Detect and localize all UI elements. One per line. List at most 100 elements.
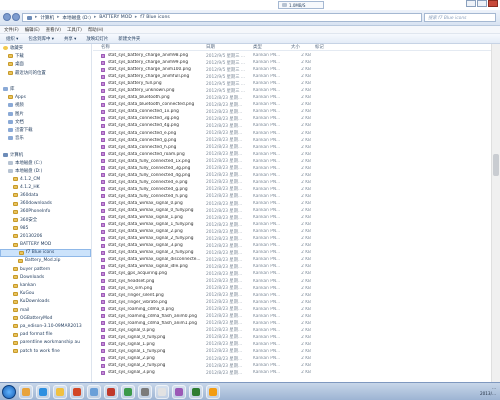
back-button[interactable] xyxy=(3,13,11,21)
nav-item[interactable]: pad format file xyxy=(0,331,91,339)
file-row[interactable]: stat_sys_data_wimax_signal_1.png 2012/8/2… xyxy=(93,214,491,221)
menu-file[interactable]: 文件(F) xyxy=(4,27,19,33)
file-row[interactable]: stat_sys_data_wimax_signal_0_fully.png 20… xyxy=(93,207,491,214)
taskbar-app-button[interactable] xyxy=(172,384,186,399)
file-row[interactable]: stat_sys_data_wimax_signal_2_fully.png 20… xyxy=(93,235,491,242)
nav-item[interactable]: 库 xyxy=(0,85,91,93)
nav-item[interactable]: kankan xyxy=(0,281,91,289)
file-row[interactable]: stat_sys_signal_1_fully.png 2012/8/23 星期.… xyxy=(93,348,491,355)
file-row[interactable]: stat_sys_data_fully_connected_4g.png 2012… xyxy=(93,172,491,179)
nav-item[interactable]: BATTERY MOD xyxy=(0,241,91,249)
nav-item[interactable]: 360downloads xyxy=(0,200,91,208)
breadcrumb-item[interactable]: 本地磁盘 (D:) xyxy=(62,15,91,21)
file-row[interactable]: stat_sys_no_sim.png 2012/8/23 星期... Kankan… xyxy=(93,285,491,292)
scrollbar-thumb[interactable] xyxy=(493,154,499,176)
new-folder-button[interactable]: 新建文件夹 xyxy=(118,36,140,42)
menu-edit[interactable]: 编辑(E) xyxy=(25,27,40,33)
nav-item[interactable]: 最近访问的位置 xyxy=(0,69,91,77)
file-row[interactable]: stat_sys_data_connected_1x.png 2012/8/23 … xyxy=(93,108,491,115)
file-row[interactable]: stat_sys_data_connected_g.png 2012/8/23 星… xyxy=(93,137,491,144)
nav-item[interactable]: 4.1.2_HK xyxy=(0,183,91,191)
file-row[interactable]: stat_sys_data_wimax_signal_disconnecte..… xyxy=(93,256,491,263)
breadcrumb-item[interactable]: f7 Blue icons xyxy=(140,15,170,20)
file-row[interactable]: stat_sys_data_fully_connected_h.png 2012/… xyxy=(93,193,491,200)
close-button[interactable] xyxy=(488,0,498,7)
nav-item[interactable]: 360安全 xyxy=(0,216,91,224)
taskbar-app-button[interactable] xyxy=(155,384,169,399)
file-row[interactable]: stat_sys_ringer_silent.png 2012/8/23 星期..… xyxy=(93,292,491,299)
taskbar-app-button[interactable] xyxy=(206,384,220,399)
nav-item[interactable]: buyer pattern xyxy=(0,265,91,273)
taskbar-app-button[interactable] xyxy=(138,384,152,399)
nav-item[interactable]: 计算机 xyxy=(0,150,91,158)
file-row[interactable]: stat_sys_data_fully_connected_1x.png 2012… xyxy=(93,158,491,165)
nav-item[interactable]: mail xyxy=(0,306,91,314)
file-row[interactable]: stat_sys_data_fully_connected_3g.png 2012… xyxy=(93,165,491,172)
nav-item[interactable]: 视频 xyxy=(0,101,91,109)
nav-item[interactable]: f7 Blue icons xyxy=(0,248,91,257)
share-button[interactable]: 共享 ▾ xyxy=(64,36,76,42)
search-input[interactable]: 搜索 f7 Blue icons xyxy=(424,13,496,22)
nav-item[interactable]: Apps xyxy=(0,93,91,101)
column-name[interactable]: 名称 xyxy=(101,44,110,50)
file-row[interactable]: stat_sys_gps_acquiring.png 2012/8/23 星期..… xyxy=(93,270,491,277)
nav-item[interactable]: 下载 xyxy=(0,52,91,60)
breadcrumb-item[interactable]: BATTERY MOD xyxy=(99,15,132,20)
organize-button[interactable]: 组织 ▾ xyxy=(6,36,18,42)
nav-item[interactable]: 文档 xyxy=(0,118,91,126)
nav-item[interactable]: OGBatteryMod xyxy=(0,314,91,322)
file-row[interactable]: stat_sys_signal_3.png 2012/8/23 星期... Kank… xyxy=(93,369,491,376)
file-row[interactable]: stat_sys_data_fully_connected_e.png 2012/… xyxy=(93,179,491,186)
breadcrumb[interactable]: ▸ 计算机 ▸ 本地磁盘 (D:) ▸ BATTERY MOD ▸ f7 Blu… xyxy=(22,13,422,22)
file-row[interactable]: stat_sys_data_wimax_signal_2.png 2012/8/2… xyxy=(93,228,491,235)
file-row[interactable]: stat_sys_signal_1.png 2012/8/23 星期... Kank… xyxy=(93,341,491,348)
file-row[interactable]: stat_sys_signal_0_fully.png 2012/8/23 星期.… xyxy=(93,334,491,341)
minimize-button[interactable] xyxy=(466,0,476,7)
include-in-library-button[interactable]: 包含到库中 ▾ xyxy=(28,36,54,42)
file-row[interactable]: stat_sys_data_wimax_signal_idle.png 2012/… xyxy=(93,263,491,270)
nav-item[interactable]: 20130206 xyxy=(0,232,91,240)
file-row[interactable]: stat_sys_signal_0.png 2012/8/23 星期... Kank… xyxy=(93,327,491,334)
menu-tools[interactable]: 工具(T) xyxy=(67,27,82,33)
nav-item[interactable]: 音乐 xyxy=(0,134,91,142)
file-row[interactable]: stat_sys_data_wimax_signal_3_fully.png 20… xyxy=(93,249,491,256)
nav-item[interactable]: KuDownloads xyxy=(0,298,91,306)
file-row[interactable]: stat_sys_ringer_vibrate.png 2012/8/23 星期.… xyxy=(93,299,491,306)
nav-item[interactable]: Downloads xyxy=(0,273,91,281)
file-row[interactable]: stat_sys_headset.png 2012/8/23 星期... Kanka… xyxy=(93,278,491,285)
nav-item[interactable]: pa_edison-3.10-09MAR2013 xyxy=(0,322,91,330)
nav-item[interactable]: patch to work fine xyxy=(0,347,91,355)
file-row[interactable]: stat_sys_data_wimax_signal_0.png 2012/8/2… xyxy=(93,200,491,207)
file-row[interactable]: stat_sys_data_fully_connected_g.png 2012/… xyxy=(93,186,491,193)
file-row[interactable]: stat_sys_data_connected_roam.png 2012/8/2… xyxy=(93,151,491,158)
taskbar-app-button[interactable] xyxy=(70,384,84,399)
nav-item[interactable]: KuGou xyxy=(0,290,91,298)
file-row[interactable]: stat_sys_data_connected_3g.png 2012/8/23 … xyxy=(93,115,491,122)
file-row[interactable]: stat_sys_data_wimax_signal_3.png 2012/8/2… xyxy=(93,242,491,249)
file-row[interactable]: stat_sys_signal_2_fully.png 2012/8/23 星期.… xyxy=(93,362,491,369)
vertical-scrollbar[interactable] xyxy=(491,44,500,382)
column-date[interactable]: 日期 xyxy=(206,44,215,50)
nav-item[interactable]: 桌面 xyxy=(0,60,91,68)
file-row[interactable]: stat_sys_battery_charge_anim99.png 2012/9… xyxy=(93,59,491,66)
file-row[interactable]: stat_sys_data_connected_e.png 2012/8/23 星… xyxy=(93,130,491,137)
column-type[interactable]: 类型 xyxy=(253,44,262,50)
column-size[interactable]: 大小 xyxy=(291,44,300,50)
column-tags[interactable]: 标记 xyxy=(315,44,324,50)
nav-item[interactable]: parentline workmanship au xyxy=(0,339,91,347)
breadcrumb-item[interactable]: 计算机 xyxy=(40,15,54,21)
nav-item[interactable]: 迅雷下载 xyxy=(0,126,91,134)
nav-item[interactable]: 985 xyxy=(0,224,91,232)
nav-item[interactable]: 本地磁盘 (C:) xyxy=(0,159,91,167)
nav-item[interactable]: 360data xyxy=(0,191,91,199)
file-row[interactable]: stat_sys_data_connected_4g.png 2012/8/23 … xyxy=(93,122,491,129)
menu-view[interactable]: 查看(V) xyxy=(46,27,61,33)
file-row[interactable]: stat_sys_battery_charge_anim98.png 2012/9… xyxy=(93,52,491,59)
file-row[interactable]: stat_sys_battery_unknown.png 2012/9/5 星期三… xyxy=(93,87,491,94)
file-row[interactable]: stat_sys_roaming_cdma_flash_anim0.png 201… xyxy=(93,313,491,320)
file-row[interactable]: stat_sys_data_bluetooth_connected.png 201… xyxy=(93,101,491,108)
file-row[interactable]: stat_sys_data_bluetooth.png 2012/8/23 星期.… xyxy=(93,94,491,101)
nav-item[interactable]: 本地磁盘 (D:) xyxy=(0,167,91,175)
file-row[interactable]: stat_sys_roaming_cdma_0.png 2012/8/23 星期.… xyxy=(93,306,491,313)
taskbar-app-button[interactable] xyxy=(53,384,67,399)
